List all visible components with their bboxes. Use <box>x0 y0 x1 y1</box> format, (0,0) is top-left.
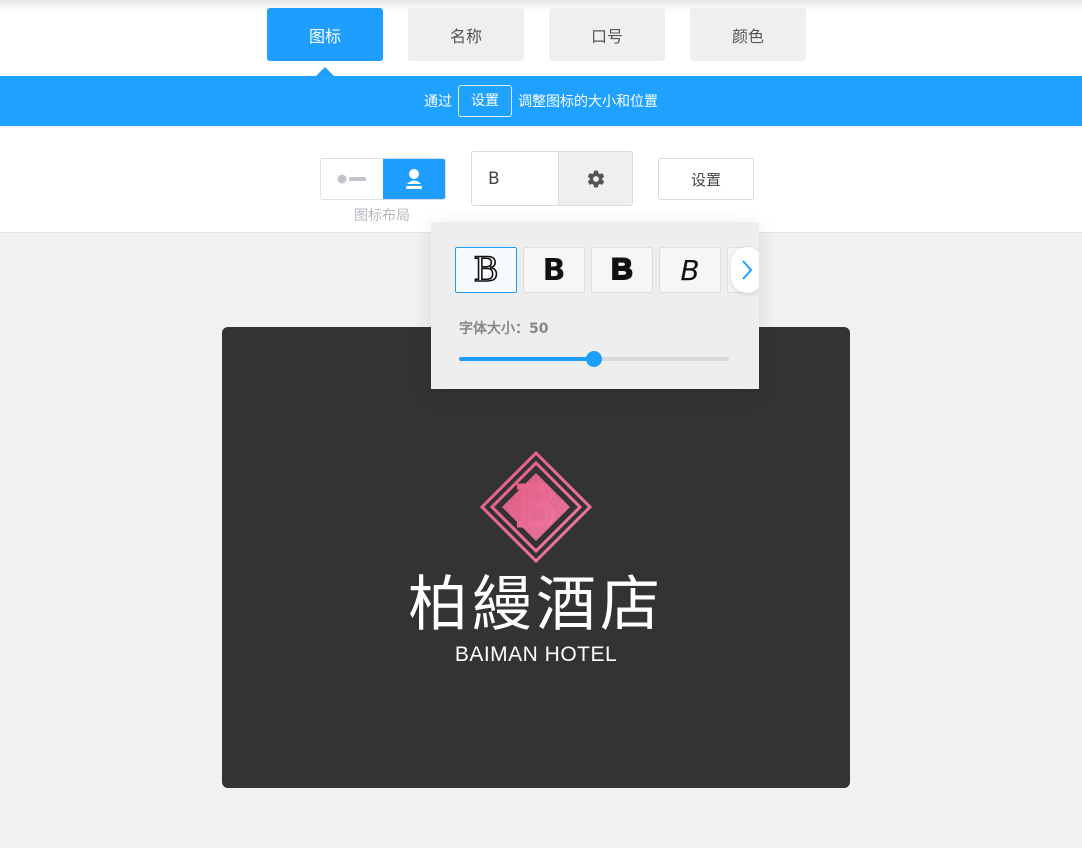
font-option-glyph: B <box>473 249 500 291</box>
font-options-next-button[interactable] <box>731 247 759 293</box>
tab-slogan[interactable]: 口号 <box>549 8 665 61</box>
font-option-outline-serif[interactable]: B <box>455 247 517 293</box>
layout-horizontal-option[interactable] <box>321 159 383 199</box>
font-picker-popover: B B B B 字体大小：50 <box>431 222 759 389</box>
font-option-glyph: B <box>680 253 700 287</box>
layout-label: 图标布局 <box>354 208 410 224</box>
font-letter-input[interactable] <box>472 152 558 205</box>
active-tab-caret <box>316 67 334 76</box>
icon-toolbar: 图标布局 设置 <box>0 126 1082 233</box>
layout-toggle <box>320 158 446 200</box>
tab-name[interactable]: 名称 <box>408 8 524 61</box>
hint-prefix: 通过 <box>424 94 452 110</box>
gear-icon <box>587 170 604 187</box>
brand-name: 柏縵酒店 <box>408 570 664 640</box>
hint-bar: 通过 设置 调整图标的大小和位置 <box>0 76 1082 126</box>
horizontal-layout-icon <box>337 174 366 184</box>
brand-subtitle: BAIMAN HOTEL <box>454 643 618 666</box>
font-option-glyph: B <box>610 252 634 287</box>
hint-settings-button[interactable]: 设置 <box>458 85 512 117</box>
font-size-slider[interactable] <box>459 351 729 367</box>
logo-preview-canvas: B 柏縵酒店 BAIMAN HOTEL <box>222 327 850 788</box>
position-settings-button[interactable]: 设置 <box>658 158 754 200</box>
tab-color[interactable]: 颜色 <box>690 8 806 61</box>
top-decorative-pattern <box>0 0 1082 12</box>
font-size-slider-fill <box>459 357 594 361</box>
layout-vertical-option[interactable] <box>383 159 445 199</box>
font-option-thin-script[interactable]: B <box>659 247 721 293</box>
emblem-letter: B <box>515 475 556 540</box>
vertical-layout-icon <box>406 169 422 189</box>
font-option-heavy-sans[interactable]: B <box>523 247 585 293</box>
tab-icon[interactable]: 图标 <box>267 8 383 61</box>
hint-suffix: 调整图标的大小和位置 <box>518 94 658 110</box>
font-settings-button[interactable] <box>558 152 632 205</box>
font-size-label: 字体大小：50 <box>459 321 549 337</box>
font-selector <box>471 151 633 206</box>
font-option-rounded-black[interactable]: B <box>591 247 653 293</box>
top-tab-strip: 图标 名称 口号 颜色 <box>0 0 1082 76</box>
font-size-slider-thumb[interactable] <box>586 351 602 367</box>
font-option-glyph: B <box>542 252 566 288</box>
diamond-b-emblem: B <box>480 451 592 563</box>
chevron-right-icon <box>742 260 753 280</box>
